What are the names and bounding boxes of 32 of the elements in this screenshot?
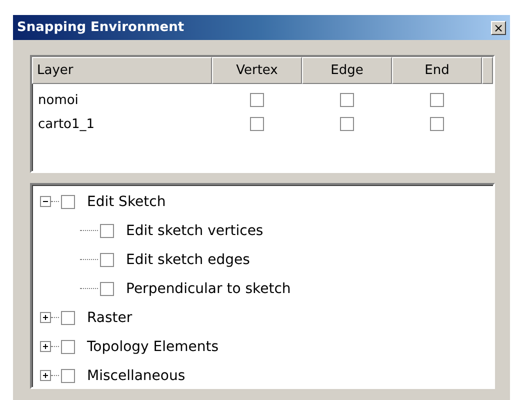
checkbox[interactable] — [61, 340, 75, 354]
checkbox[interactable] — [100, 282, 114, 296]
table-cell-text: carto1_1 — [37, 116, 96, 132]
checkbox[interactable] — [100, 252, 114, 266]
checkbox[interactable] — [340, 93, 354, 107]
column-header[interactable]: Vertex — [212, 57, 302, 84]
expander-icon[interactable] — [40, 312, 51, 323]
checkbox[interactable] — [61, 310, 75, 324]
tree-item-label[interactable]: Raster — [87, 310, 132, 326]
column-header[interactable]: Edge — [302, 57, 392, 84]
column-header[interactable]: End — [392, 57, 482, 84]
checkbox[interactable] — [250, 93, 264, 107]
window-title: Snapping Environment — [17, 20, 184, 35]
checkbox[interactable] — [100, 224, 114, 238]
expander-icon[interactable] — [40, 196, 51, 207]
tree-item-label[interactable]: Topology Elements — [87, 338, 219, 354]
tree-item-label[interactable]: Edit Sketch — [87, 194, 166, 210]
table-cell-text: nomoi — [37, 92, 80, 108]
tree-item-label[interactable]: Miscellaneous — [87, 368, 186, 384]
checkbox[interactable] — [430, 93, 444, 107]
checkbox[interactable] — [61, 194, 75, 208]
checkbox[interactable] — [250, 117, 264, 131]
expander-icon[interactable] — [40, 341, 51, 352]
checkbox[interactable] — [430, 117, 444, 131]
checkbox[interactable] — [340, 117, 354, 131]
tree-item-label[interactable]: Edit sketch edges — [126, 252, 250, 268]
tree-item-label[interactable]: Perpendicular to sketch — [126, 280, 291, 296]
tree-item-label[interactable]: Edit sketch vertices — [126, 222, 264, 238]
expander-icon[interactable] — [40, 370, 51, 381]
checkbox[interactable] — [61, 368, 75, 382]
close-button[interactable]: × — [491, 20, 506, 34]
column-header[interactable]: Layer — [32, 57, 212, 84]
